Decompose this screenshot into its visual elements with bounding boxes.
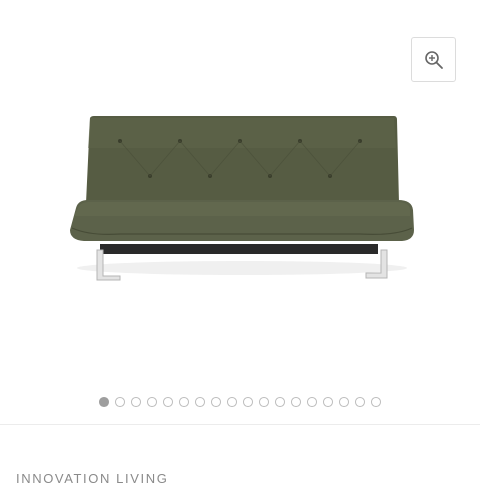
carousel-dot[interactable] [355,397,365,407]
carousel-dot[interactable] [99,397,109,407]
carousel-dot[interactable] [179,397,189,407]
carousel-dot[interactable] [323,397,333,407]
carousel-dot[interactable] [195,397,205,407]
carousel-dot[interactable] [131,397,141,407]
carousel-dot[interactable] [339,397,349,407]
zoom-button[interactable] [411,37,456,82]
carousel-dot[interactable] [115,397,125,407]
section-divider [0,424,480,425]
carousel-dot[interactable] [211,397,221,407]
carousel-dot[interactable] [259,397,269,407]
carousel-dot[interactable] [307,397,317,407]
carousel-dot[interactable] [371,397,381,407]
carousel-dot[interactable] [275,397,285,407]
carousel-dot[interactable] [291,397,301,407]
product-gallery [0,0,480,425]
carousel-dot[interactable] [243,397,253,407]
zoom-in-icon [424,50,443,69]
carousel-pagination [0,396,480,408]
carousel-dot[interactable] [227,397,237,407]
carousel-dot[interactable] [163,397,173,407]
product-image[interactable] [60,108,430,288]
carousel-dot[interactable] [147,397,157,407]
brand-name[interactable]: INNOVATION LIVING [16,471,168,486]
